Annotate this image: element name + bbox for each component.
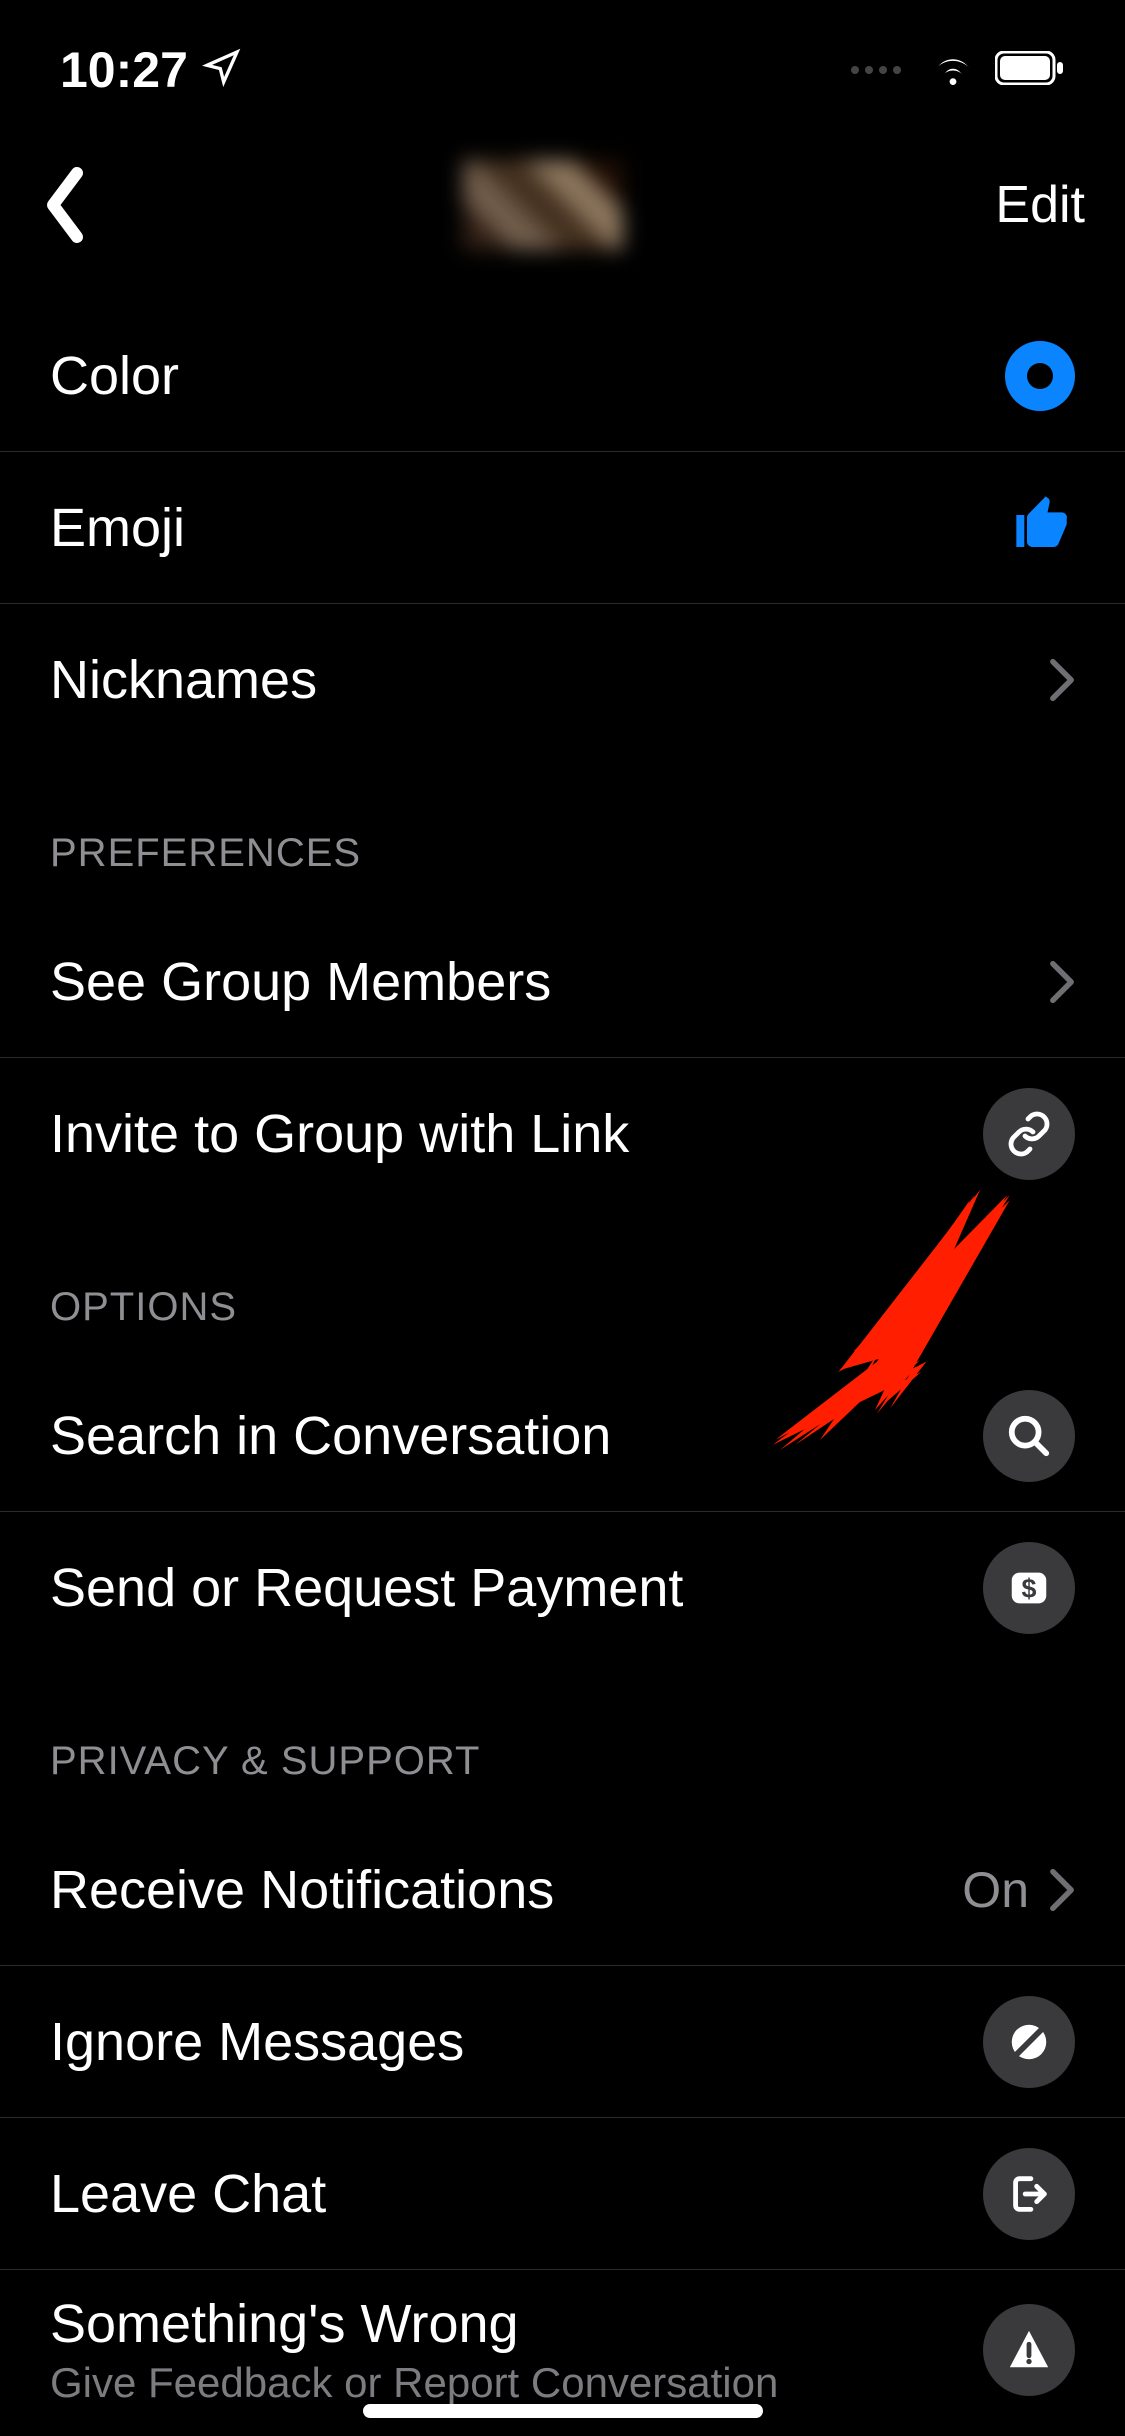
row-nicknames[interactable]: Nicknames (0, 604, 1125, 756)
section-preferences: PREFERENCES (0, 756, 1125, 906)
chevron-right-icon (1049, 1868, 1075, 1912)
chevron-right-icon (1049, 960, 1075, 1004)
row-search-label: Search in Conversation (50, 1405, 611, 1467)
row-nicknames-label: Nicknames (50, 649, 317, 711)
nav-bar: Edit (0, 130, 1125, 300)
row-wrong-label: Something's Wrong (50, 2293, 778, 2355)
row-ignore[interactable]: Ignore Messages (0, 1966, 1125, 2118)
signal-dots-icon (851, 66, 901, 74)
ignore-icon (983, 1996, 1075, 2088)
row-emoji-label: Emoji (50, 497, 185, 559)
row-color[interactable]: Color (0, 300, 1125, 452)
color-swatch-icon (1005, 341, 1075, 411)
group-photo[interactable] (463, 160, 623, 250)
edit-button[interactable]: Edit (965, 175, 1085, 235)
home-indicator[interactable] (363, 2404, 763, 2418)
battery-icon (995, 51, 1065, 90)
row-payment[interactable]: Send or Request Payment $ (0, 1512, 1125, 1664)
payment-icon: $ (983, 1542, 1075, 1634)
row-emoji[interactable]: Emoji (0, 452, 1125, 604)
chevron-left-icon (40, 165, 90, 245)
row-leave-label: Leave Chat (50, 2163, 326, 2225)
chevron-right-icon (1049, 658, 1075, 702)
row-members-label: See Group Members (50, 951, 551, 1013)
row-color-label: Color (50, 345, 179, 407)
location-arrow-icon (202, 41, 242, 99)
row-payment-label: Send or Request Payment (50, 1557, 683, 1619)
warning-icon (983, 2304, 1075, 2396)
section-privacy: PRIVACY & SUPPORT (0, 1664, 1125, 1814)
row-ignore-label: Ignore Messages (50, 2011, 464, 2073)
link-icon (983, 1088, 1075, 1180)
status-bar: 10:27 (0, 0, 1125, 130)
row-invite-label: Invite to Group with Link (50, 1103, 629, 1165)
back-button[interactable] (40, 165, 120, 245)
row-notifications[interactable]: Receive Notifications On (0, 1814, 1125, 1966)
row-notifications-value: On (962, 1861, 1029, 1919)
row-leave[interactable]: Leave Chat (0, 2118, 1125, 2270)
row-wrong-sub: Give Feedback or Report Conversation (50, 2359, 778, 2407)
svg-text:$: $ (1022, 1574, 1037, 1604)
row-members[interactable]: See Group Members (0, 906, 1125, 1058)
thumbs-up-icon (1011, 491, 1075, 565)
row-invite-link[interactable]: Invite to Group with Link (0, 1058, 1125, 1210)
leave-icon (983, 2148, 1075, 2240)
wifi-icon (929, 48, 977, 93)
status-time: 10:27 (60, 41, 188, 99)
status-right (851, 48, 1065, 93)
row-notifications-label: Receive Notifications (50, 1859, 554, 1921)
annotation-arrow-clean (760, 1190, 1020, 1450)
status-left: 10:27 (60, 41, 242, 99)
